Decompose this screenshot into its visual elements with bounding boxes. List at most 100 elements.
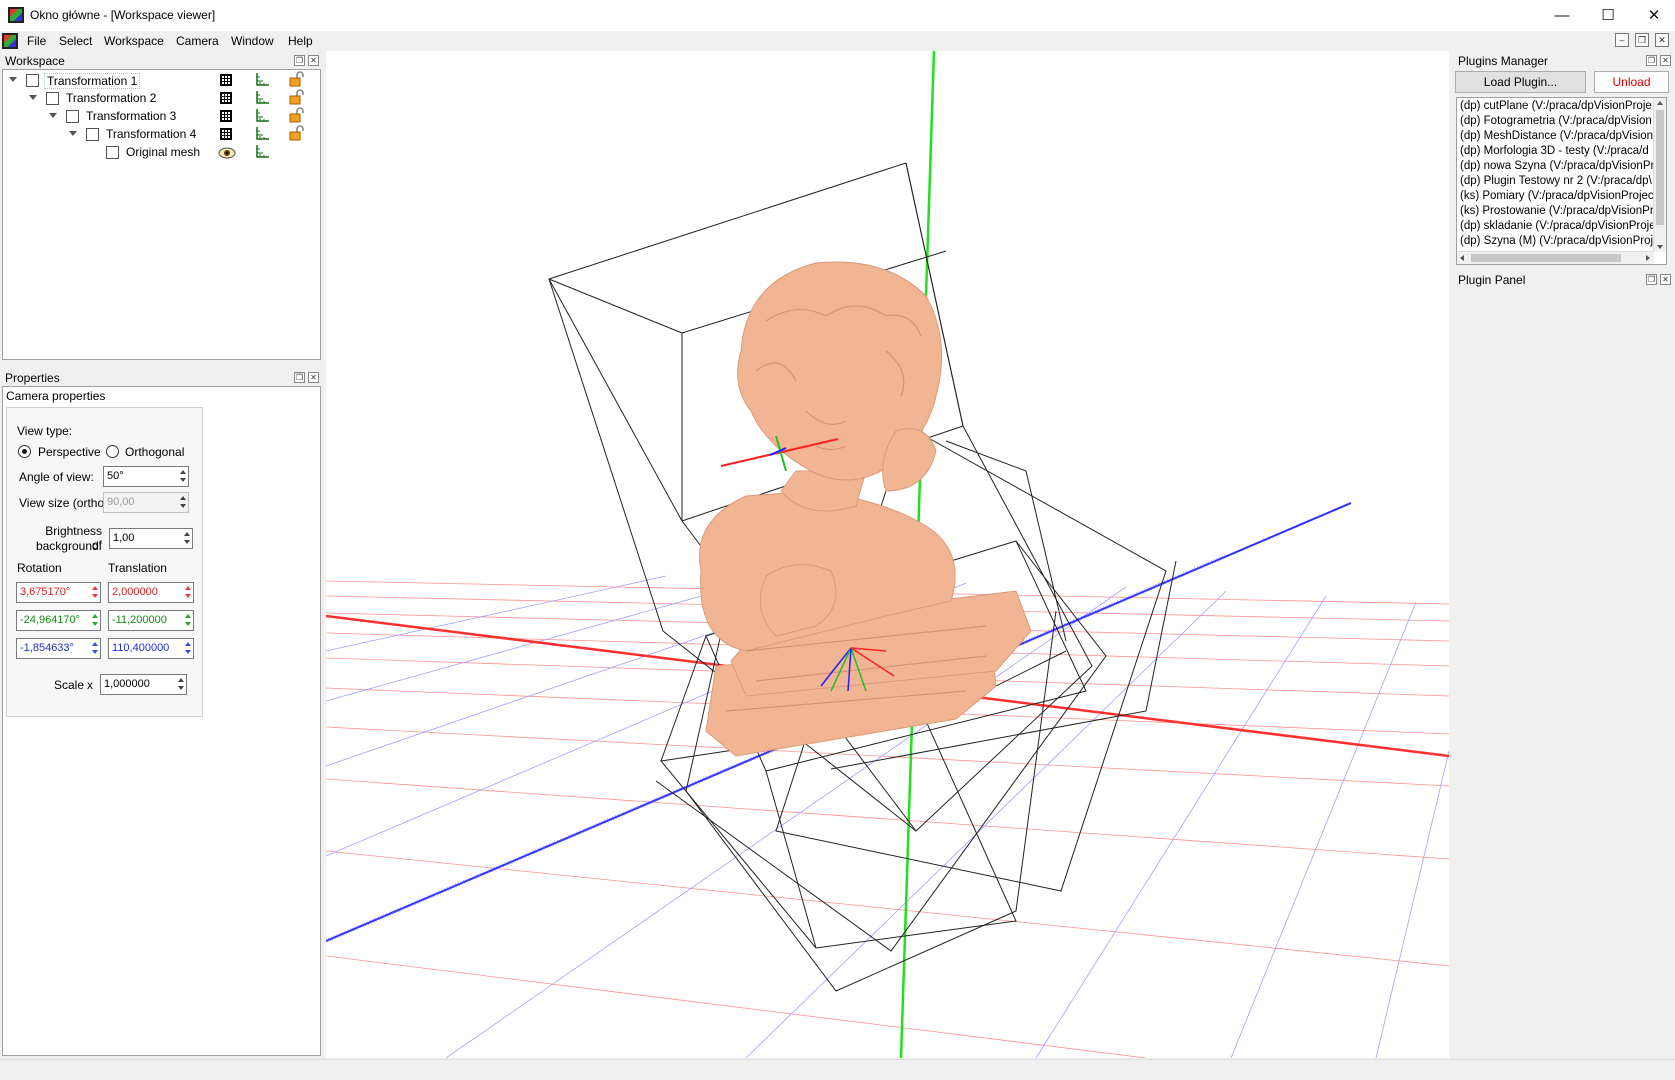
spin-down-icon[interactable]	[92, 622, 98, 626]
scene-3d[interactable]	[326, 51, 1449, 1058]
mdi-close-icon[interactable]: ✕	[1655, 33, 1669, 47]
plugin-item[interactable]: (dp) Morfologia 3D - testy (V:/praca/d	[1460, 145, 1649, 157]
menu-help[interactable]: Help	[288, 34, 313, 48]
minimize-button[interactable]: —	[1539, 0, 1585, 31]
eye-icon[interactable]	[218, 146, 236, 160]
plugin-item[interactable]: (dp) Szyna (M) (V:/praca/dpVisionProj	[1460, 235, 1653, 247]
plugins-list[interactable]: (dp) cutPlane (V:/praca/dpVisionProje (d…	[1456, 97, 1667, 265]
spin-up-icon[interactable]	[180, 470, 186, 474]
load-plugin-button[interactable]: Load Plugin...	[1455, 71, 1586, 93]
spin-down-icon[interactable]	[184, 540, 190, 544]
spin-down-icon[interactable]	[180, 478, 186, 482]
plugin-item[interactable]: (dp) skladanie (V:/praca/dpVisionProje	[1460, 220, 1656, 232]
spin-down-icon[interactable]	[92, 650, 98, 654]
rotation-y-spinbox[interactable]: -24,964170°	[16, 610, 101, 631]
translation-y-spinbox[interactable]: -11,200000	[108, 610, 194, 631]
collapse-arrow-icon[interactable]	[49, 113, 57, 118]
axes-icon[interactable]	[255, 90, 270, 105]
scroll-thumb[interactable]	[1656, 110, 1664, 225]
plugins-float-icon[interactable]: ❐	[1646, 55, 1657, 66]
horizontal-scrollbar[interactable]	[1457, 251, 1654, 264]
menu-window[interactable]: Window	[231, 34, 274, 48]
spin-up-icon[interactable]	[184, 532, 190, 536]
rotation-z-spinbox[interactable]: -1,854633°	[16, 638, 101, 659]
close-button[interactable]: ✕	[1631, 0, 1675, 31]
spin-up-icon[interactable]	[92, 642, 98, 646]
unload-button[interactable]: Unload	[1594, 71, 1669, 93]
axes-icon[interactable]	[255, 126, 270, 141]
tree-row[interactable]: Transformation 3	[3, 108, 321, 126]
menu-file[interactable]: File	[27, 34, 46, 48]
mdi-minimize-icon[interactable]: –	[1615, 33, 1629, 47]
unlock-icon[interactable]	[289, 125, 305, 141]
properties-close-icon[interactable]: ✕	[308, 372, 319, 383]
vertical-scrollbar[interactable]	[1653, 98, 1666, 252]
menu-select[interactable]: Select	[59, 34, 92, 48]
maximize-button[interactable]: ☐	[1585, 0, 1631, 31]
spin-up-icon[interactable]	[185, 642, 191, 646]
plugin-item[interactable]: (dp) MeshDistance (V:/praca/dpVision	[1460, 130, 1653, 142]
spin-up-icon[interactable]	[92, 586, 98, 590]
scroll-up-icon[interactable]	[1657, 101, 1663, 105]
spin-up-icon[interactable]	[185, 614, 191, 618]
tree-row[interactable]: Original mesh	[3, 144, 321, 162]
spin-up-icon[interactable]	[178, 678, 184, 682]
plugin-panel-float-icon[interactable]: ❐	[1646, 274, 1657, 285]
plugin-item[interactable]: (dp) Fotogrametria (V:/praca/dpVision	[1460, 115, 1652, 127]
axes-icon[interactable]	[255, 72, 270, 87]
plugin-item[interactable]: (dp) nowa Szyna (V:/praca/dpVisionPr	[1460, 160, 1654, 172]
scroll-left-icon[interactable]	[1460, 255, 1464, 261]
spin-down-icon[interactable]	[180, 504, 186, 508]
rotation-x-spinbox[interactable]: 3,675170°	[16, 582, 101, 603]
orthogonal-radio[interactable]	[106, 445, 119, 458]
grid-icon[interactable]	[220, 92, 232, 104]
tree-row[interactable]: Transformation 1	[3, 72, 321, 90]
visibility-checkbox[interactable]	[66, 110, 79, 123]
plugin-item[interactable]: (ks) Prostowanie (V:/praca/dpVisionPr	[1460, 205, 1654, 217]
axes-icon[interactable]	[255, 144, 270, 159]
translation-x-spinbox[interactable]: 2,000000	[108, 582, 194, 603]
scale-spinbox[interactable]: 1,000000	[100, 674, 187, 695]
tree-row[interactable]: Transformation 4	[3, 126, 321, 144]
tree-row[interactable]: Transformation 2	[3, 90, 321, 108]
angle-spinbox[interactable]: 50°	[103, 466, 189, 487]
spin-down-icon[interactable]	[185, 650, 191, 654]
brightness-spinbox[interactable]: 1,00	[109, 528, 193, 549]
collapse-arrow-icon[interactable]	[69, 131, 77, 136]
grid-icon[interactable]	[220, 128, 232, 140]
workspace-float-icon[interactable]: ❐	[294, 55, 305, 66]
menu-camera[interactable]: Camera	[176, 34, 219, 48]
plugin-item[interactable]: (dp) cutPlane (V:/praca/dpVisionProje	[1460, 100, 1652, 112]
collapse-arrow-icon[interactable]	[29, 95, 37, 100]
plugin-item[interactable]: (ks) Pomiary (V:/praca/dpVisionProjec	[1460, 190, 1654, 202]
axes-icon[interactable]	[255, 108, 270, 123]
workspace-tree[interactable]: Transformation 1 Transformation 2 Transf…	[2, 69, 321, 360]
spin-up-icon[interactable]	[180, 496, 186, 500]
spin-up-icon[interactable]	[92, 614, 98, 618]
plugins-close-icon[interactable]: ✕	[1660, 55, 1671, 66]
menu-workspace[interactable]: Workspace	[104, 34, 164, 48]
collapse-arrow-icon[interactable]	[9, 77, 17, 82]
visibility-checkbox[interactable]	[86, 128, 99, 141]
spin-down-icon[interactable]	[92, 594, 98, 598]
scroll-down-icon[interactable]	[1657, 245, 1663, 249]
mdi-app-icon[interactable]	[2, 33, 18, 49]
plugin-item[interactable]: (dp) Plugin Testowy nr 2 (V:/praca/dp\	[1460, 175, 1652, 187]
workspace-viewport[interactable]	[326, 51, 1449, 1058]
visibility-checkbox[interactable]	[26, 74, 39, 87]
scroll-h-thumb[interactable]	[1471, 254, 1621, 262]
mdi-restore-icon[interactable]: ❐	[1635, 33, 1649, 47]
properties-float-icon[interactable]: ❐	[294, 372, 305, 383]
spin-up-icon[interactable]	[185, 586, 191, 590]
visibility-checkbox[interactable]	[46, 92, 59, 105]
translation-z-spinbox[interactable]: 110,400000	[108, 638, 194, 659]
perspective-radio[interactable]	[18, 445, 31, 458]
unlock-icon[interactable]	[289, 71, 305, 87]
grid-icon[interactable]	[220, 74, 232, 86]
view-size-spinbox[interactable]: 90,00	[103, 492, 189, 513]
spin-down-icon[interactable]	[178, 686, 184, 690]
plugin-panel-close-icon[interactable]: ✕	[1660, 274, 1671, 285]
spin-down-icon[interactable]	[185, 622, 191, 626]
scroll-right-icon[interactable]	[1646, 255, 1650, 261]
visibility-checkbox[interactable]	[106, 146, 119, 159]
